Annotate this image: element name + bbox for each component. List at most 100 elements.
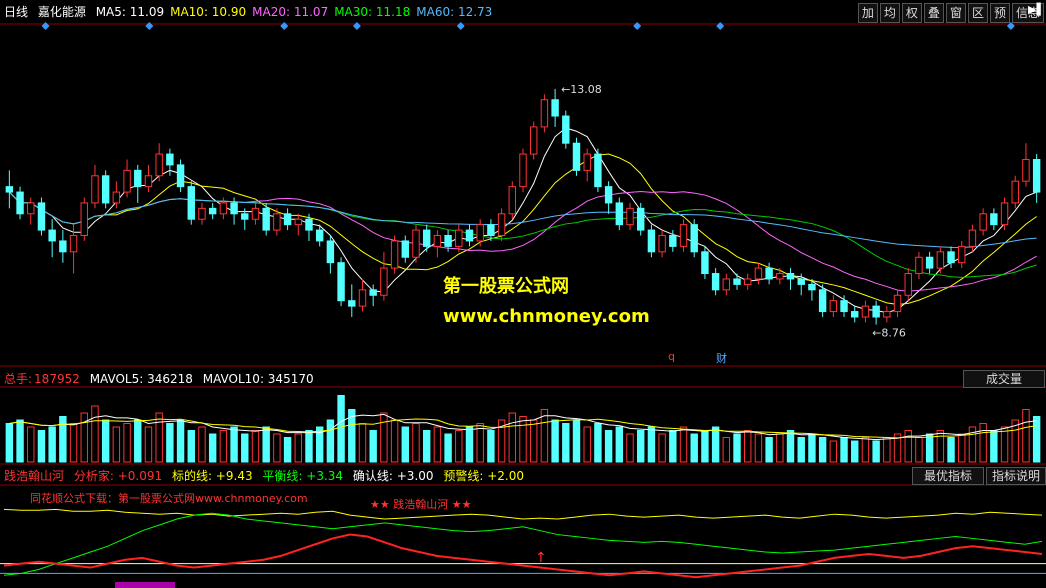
- volume-bar: [80, 412, 88, 463]
- candle-body: [818, 289, 827, 313]
- low-price-label: ←8.76: [872, 327, 906, 340]
- up-arrow-icon: ↑: [535, 550, 547, 566]
- candle-body: [615, 202, 624, 226]
- volume-bar: [529, 419, 538, 463]
- indicator-name: 践浩翰山河: [4, 469, 65, 483]
- candle-body: [5, 186, 14, 193]
- volume-bar: [101, 419, 110, 463]
- volume-bar: [744, 430, 752, 463]
- star-icon: ★★: [370, 498, 390, 511]
- candle-body: [883, 311, 891, 318]
- volume-bar: [422, 430, 431, 463]
- volume-bar: [27, 426, 35, 463]
- candle-body: [936, 251, 945, 269]
- volume-bar: [754, 433, 763, 463]
- toolbar-button[interactable]: 预: [989, 3, 1010, 23]
- candle-body: [904, 273, 912, 296]
- candle-body: [315, 229, 324, 242]
- candle-body: [722, 278, 731, 291]
- indicator-scroll-thumb: [115, 582, 175, 588]
- diamond-marker: [145, 22, 154, 30]
- volume-bar: [786, 430, 795, 463]
- volume-bar: [444, 433, 452, 463]
- candle-body: [669, 235, 677, 247]
- diamond-marker: [456, 22, 465, 30]
- toolbar-button[interactable]: 均: [879, 3, 900, 23]
- candle-body: [797, 278, 805, 285]
- candle-body: [465, 229, 474, 242]
- marker-cai: 财: [716, 352, 727, 365]
- volume-bar: [412, 423, 420, 463]
- volume-type-dropdown[interactable]: 成交量: [963, 370, 1045, 388]
- ma-line-30: [8, 191, 1037, 278]
- diamond-marker: [41, 22, 50, 30]
- volume-bar: [48, 426, 56, 463]
- candle-body: [690, 224, 698, 253]
- toolbar-button[interactable]: 加: [857, 3, 878, 23]
- candle-body: [915, 256, 923, 275]
- candle-body: [840, 300, 848, 313]
- volume-bar: [487, 430, 495, 463]
- volume-bar: [390, 419, 399, 463]
- indicator-queren: 确认线: +3.00: [352, 469, 434, 483]
- best-indicator-button[interactable]: 最优指标: [912, 467, 984, 485]
- volume-bar: [155, 412, 163, 463]
- mavol5-label: MAVOL5: 346218: [89, 372, 193, 386]
- volume-bar: [626, 433, 634, 463]
- volume-bar: [637, 430, 645, 463]
- volume-bar: [947, 437, 955, 463]
- volume-bar: [91, 405, 99, 463]
- candle-body: [604, 186, 613, 204]
- candle-body: [701, 251, 709, 275]
- volume-bar: [198, 426, 206, 463]
- toolbar-button[interactable]: 区: [967, 3, 988, 23]
- volume-bar: [979, 423, 987, 463]
- volume-bar: [251, 430, 260, 463]
- scroll-right-icon[interactable]: ▶▌: [1028, 3, 1045, 16]
- volume-total-value: 187952: [34, 372, 80, 386]
- candle-body: [144, 175, 153, 188]
- volume-bar: [936, 430, 945, 463]
- volume-bar: [733, 433, 741, 463]
- candle-body: [262, 207, 270, 231]
- volume-bar: [69, 423, 78, 463]
- candle-body: [786, 273, 795, 280]
- candle-body: [134, 169, 142, 188]
- toolbar-button[interactable]: 窗: [945, 3, 966, 23]
- candle-body: [251, 207, 260, 220]
- toolbar-button[interactable]: 叠: [923, 3, 944, 23]
- candle-body: [27, 202, 35, 215]
- candle-body: [647, 229, 656, 253]
- candle-body: [1011, 180, 1019, 204]
- candle-body: [294, 218, 302, 226]
- candle-body: [369, 289, 377, 296]
- candle-body: [861, 305, 870, 318]
- candle-body: [562, 115, 570, 144]
- volume-bar: [829, 440, 838, 463]
- volume-bar: [851, 440, 859, 463]
- volume-bar: [808, 433, 816, 463]
- volume-bar: [37, 430, 46, 463]
- high-price-label: ←13.08: [561, 83, 602, 96]
- chart-toolbar: 加均权叠窗区预信息: [856, 3, 1044, 23]
- volume-bar: [594, 423, 602, 463]
- main-chart-header: 日线 嘉化能源 MA5: 11.09 MA10: 10.90 MA20: 11.07…: [0, 2, 859, 22]
- indicator-pingheng: 平衡线: +3.34: [262, 469, 344, 483]
- candle-body: [348, 300, 356, 307]
- candle-body: [230, 202, 238, 215]
- indicator-desc-button[interactable]: 指标说明: [986, 467, 1046, 485]
- indicator-yellow-line: [3, 508, 1043, 520]
- candle-body: [893, 294, 902, 313]
- volume-bar: [380, 412, 388, 463]
- candle-body: [476, 224, 484, 242]
- volume-bar: [572, 419, 581, 463]
- candle-body: [851, 311, 859, 318]
- candle-body: [508, 186, 517, 215]
- ma-line-60: [8, 191, 1037, 248]
- volume-bar: [904, 430, 912, 463]
- candle-body: [358, 289, 367, 307]
- ma-legend-item: MA10: 10.90: [170, 5, 247, 19]
- candle-body: [283, 213, 292, 226]
- volume-bar: [123, 423, 131, 463]
- toolbar-button[interactable]: 权: [901, 3, 922, 23]
